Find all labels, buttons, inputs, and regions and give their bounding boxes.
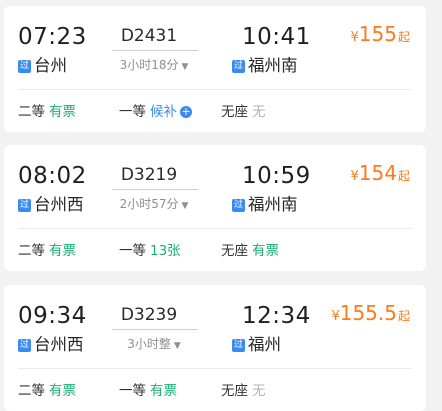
currency-symbol: ¥ (350, 30, 359, 45)
duration-text: 2小时57分 (119, 197, 179, 211)
train-card[interactable]: 07:23 D2431 3小时18分 ▼ 10:41 过台州 过福州南 ¥155 起… (4, 6, 426, 132)
seat-class-name: 二等 (18, 383, 45, 399)
train-card[interactable]: 08:02 D3219 2小时57分 ▼ 10:59 过台州西 过福州南 ¥154… (4, 145, 426, 271)
arrival-station: 过福州 (232, 333, 281, 357)
arrival-station-name: 福州南 (248, 195, 298, 214)
chevron-down-icon: ▼ (173, 341, 181, 351)
arrival-station: 过福州南 (232, 193, 298, 217)
train-number: D2431 (120, 26, 178, 46)
seat-class: 二等 有票 (18, 242, 76, 260)
train-number: D3239 (120, 305, 178, 325)
seat-class: 无座无 (221, 103, 266, 121)
seat-class-name: 无座 (221, 104, 248, 120)
departure-station-name: 台州 (34, 56, 67, 75)
pass-through-tag-icon: 过 (232, 338, 245, 352)
seat-class: 二等 有票 (18, 103, 76, 121)
pass-through-tag-icon: 过 (232, 59, 245, 73)
price-amount: 154 (358, 161, 397, 185)
arrival-station: 过福州南 (232, 54, 298, 78)
pass-through-tag-icon: 过 (18, 198, 31, 212)
seat-class-name: 无座 (221, 243, 248, 259)
card-divider (18, 228, 412, 229)
chevron-down-icon: ▼ (181, 62, 189, 72)
price: ¥155 起 (351, 22, 410, 46)
price-suffix: 起 (397, 30, 410, 44)
train-number: D3219 (120, 165, 178, 185)
departure-time: 07:23 (18, 24, 87, 50)
seat-availability: 无 (252, 104, 266, 120)
price-amount: 155 (358, 22, 397, 46)
seat-availability: 有票 (150, 383, 177, 399)
pass-through-tag-icon: 过 (18, 59, 31, 73)
seat-class-name: 一等 (119, 383, 146, 399)
seat-class-name: 二等 (18, 104, 45, 120)
departure-station-name: 台州西 (34, 335, 84, 354)
duration-divider (112, 50, 198, 51)
duration-text: 3小时18分 (119, 58, 179, 72)
seat-availability: 有票 (49, 243, 76, 259)
pass-through-tag-icon: 过 (18, 338, 31, 352)
departure-time: 09:34 (18, 303, 87, 329)
seat-availability: 无 (252, 383, 266, 399)
price-suffix: 起 (397, 169, 410, 183)
departure-time: 08:02 (18, 163, 87, 189)
arrival-station-name: 福州南 (248, 56, 298, 75)
chevron-down-icon: ▼ (181, 201, 189, 211)
currency-symbol: ¥ (331, 309, 340, 324)
duration-toggle[interactable]: 3小时18分 ▼ (104, 56, 204, 76)
departure-station: 过台州 (18, 54, 67, 78)
duration-text: 3小时整 (127, 337, 171, 351)
arrival-time: 10:59 (242, 163, 311, 189)
currency-symbol: ¥ (350, 169, 359, 184)
seat-class: 二等 有票 (18, 382, 76, 400)
seat-class: 无座无 (221, 382, 266, 400)
card-divider (18, 368, 412, 369)
seat-availability: 候补 (150, 104, 177, 120)
seat-class-name: 一等 (119, 243, 146, 259)
price-suffix: 起 (397, 309, 410, 323)
departure-station: 过台州西 (18, 193, 84, 217)
train-card[interactable]: 09:34 D3239 3小时整 ▼ 12:34 过台州西 过福州 ¥155.5 起… (4, 285, 426, 411)
price: ¥155.5 起 (331, 301, 410, 325)
seat-availability: 有票 (49, 104, 76, 120)
plus-circle-icon[interactable]: + (180, 106, 192, 118)
card-divider (18, 89, 412, 90)
arrival-time: 10:41 (242, 24, 311, 50)
seat-class-name: 一等 (119, 104, 146, 120)
train-list: 07:23 D2431 3小时18分 ▼ 10:41 过台州 过福州南 ¥155 起… (0, 0, 442, 411)
duration-divider (112, 329, 198, 330)
seat-class[interactable]: 一等 候补 + (119, 103, 192, 121)
arrival-station-name: 福州 (248, 335, 281, 354)
seat-class-name: 二等 (18, 243, 45, 259)
price-amount: 155.5 (339, 301, 397, 325)
duration-toggle[interactable]: 2小时57分 ▼ (104, 195, 204, 215)
duration-divider (112, 189, 198, 190)
seat-class: 无座 有票 (221, 242, 279, 260)
seat-availability: 有票 (252, 243, 279, 259)
seat-class: 一等 有票 (119, 382, 177, 400)
pass-through-tag-icon: 过 (232, 198, 245, 212)
arrival-time: 12:34 (242, 303, 311, 329)
price: ¥154 起 (351, 161, 410, 185)
seat-availability: 13张 (150, 243, 181, 259)
duration-toggle[interactable]: 3小时整 ▼ (104, 335, 204, 355)
seat-availability: 有票 (49, 383, 76, 399)
seat-class: 一等 13张 (119, 242, 181, 260)
departure-station: 过台州西 (18, 333, 84, 357)
departure-station-name: 台州西 (34, 195, 84, 214)
seat-class-name: 无座 (221, 383, 248, 399)
